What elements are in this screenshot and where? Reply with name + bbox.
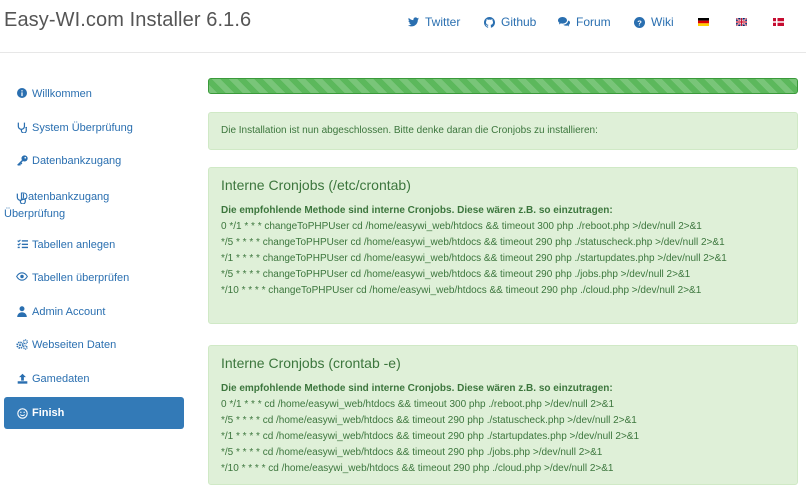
smile-icon	[16, 407, 28, 419]
panel-title: Interne Cronjobs (crontab -e)	[221, 355, 401, 371]
sidebar-item-label: Admin Account	[32, 306, 106, 318]
sidebar-item-finish[interactable]: Finish	[4, 397, 184, 429]
nav-label: Github	[501, 15, 537, 29]
installation-complete-text: Die Installation ist nun abgeschlossen. …	[221, 125, 598, 136]
nav-label: Wiki	[651, 15, 674, 29]
cogs-icon	[16, 339, 28, 350]
sidebar-item-tabellen-anlegen[interactable]: Tabellen anlegen	[4, 239, 184, 251]
sidebar-item-willkommen[interactable]: Willkommen	[4, 88, 184, 100]
sidebar-item-label: Willkommen	[32, 88, 92, 100]
upload-icon	[16, 373, 28, 384]
cronjob-line[interactable]: */1 * * * * cd /home/easywi_web/htdocs &…	[221, 429, 785, 445]
nav-label: Twitter	[425, 15, 461, 29]
cronjobs-crontab-e-panel: Interne Cronjobs (crontab -e) Die empfoh…	[208, 345, 798, 485]
eye-icon	[16, 272, 28, 281]
cronjob-line[interactable]: */5 * * * * changeToPHPUser cd /home/eas…	[221, 235, 785, 251]
sidebar-item-label: Webseiten Daten	[32, 339, 117, 351]
installation-progress-bar	[208, 78, 798, 94]
cronjob-line[interactable]: */10 * * * * cd /home/easywi_web/htdocs …	[221, 461, 785, 477]
de-flag-icon[interactable]	[698, 18, 709, 26]
installation-complete-alert: Die Installation ist nun abgeschlossen. …	[208, 112, 798, 150]
sidebar-item-label: Datenbankzugang	[32, 155, 122, 167]
sidebar-item-system-ueberpruefung[interactable]: System Überprüfung	[4, 122, 184, 134]
info-circle-icon	[16, 88, 28, 98]
cronjob-line[interactable]: */10 * * * * changeToPHPUser cd /home/ea…	[221, 283, 785, 299]
cronjob-line[interactable]: */5 * * * * cd /home/easywi_web/htdocs &…	[221, 445, 785, 461]
user-icon	[16, 306, 28, 317]
nav-link-wiki[interactable]: ? Wiki	[634, 15, 674, 29]
cronjob-line[interactable]: */5 * * * * changeToPHPUser cd /home/eas…	[221, 267, 785, 283]
question-circle-icon: ?	[634, 16, 645, 28]
sidebar-item-tabellen-ueberpruefen[interactable]: Tabellen überprüfen	[4, 272, 184, 284]
panel-intro: Die empfohlende Methode sind interne Cro…	[221, 205, 613, 216]
cronjob-line[interactable]: 0 */1 * * * cd /home/easywi_web/htdocs &…	[221, 397, 785, 413]
panel-intro: Die empfohlende Methode sind interne Cro…	[221, 383, 613, 394]
github-icon	[484, 16, 495, 28]
svg-text:?: ?	[637, 18, 642, 27]
sidebar-item-admin-account[interactable]: Admin Account	[4, 306, 184, 318]
top-navbar: Easy-WI.com Installer 6.1.6 Twitter Gith…	[0, 0, 806, 53]
sidebar-item-gamedaten[interactable]: Gamedaten	[4, 373, 184, 385]
cronjobs-etc-crontab-panel: Interne Cronjobs (/etc/crontab) Die empf…	[208, 167, 798, 324]
sidebar-item-datenbankzugang[interactable]: Datenbankzugang	[4, 155, 184, 167]
list-icon	[16, 239, 28, 249]
twitter-icon	[408, 17, 419, 27]
stethoscope-icon	[16, 122, 28, 133]
uk-flag-icon[interactable]	[736, 18, 747, 26]
sidebar-item-label: Gamedaten	[32, 373, 90, 385]
stethoscope-icon	[16, 191, 27, 209]
nav-link-github[interactable]: Github	[484, 15, 536, 29]
nav-link-twitter[interactable]: Twitter	[408, 15, 460, 29]
dk-flag-icon[interactable]	[773, 18, 784, 26]
cronjob-line[interactable]: */5 * * * * cd /home/easywi_web/htdocs &…	[221, 413, 785, 429]
key-icon	[16, 155, 28, 166]
sidebar-item-label: Finish	[32, 407, 65, 419]
comments-icon	[558, 17, 570, 27]
cronjob-line[interactable]: */1 * * * * changeToPHPUser cd /home/eas…	[221, 251, 776, 267]
panel-title: Interne Cronjobs (/etc/crontab)	[221, 177, 411, 193]
sidebar-item-webseiten-daten[interactable]: Webseiten Daten	[4, 339, 184, 351]
sidebar-item-label: System Überprüfung	[32, 122, 133, 134]
cronjob-line[interactable]: 0 */1 * * * changeToPHPUser cd /home/eas…	[221, 219, 785, 235]
nav-link-forum[interactable]: Forum	[558, 15, 611, 29]
sidebar-item-label: Tabellen anlegen	[32, 239, 116, 251]
nav-label: Forum	[576, 15, 611, 29]
app-title[interactable]: Easy-WI.com Installer 6.1.6	[4, 9, 251, 32]
sidebar-item-label: Tabellen überprüfen	[32, 272, 130, 284]
